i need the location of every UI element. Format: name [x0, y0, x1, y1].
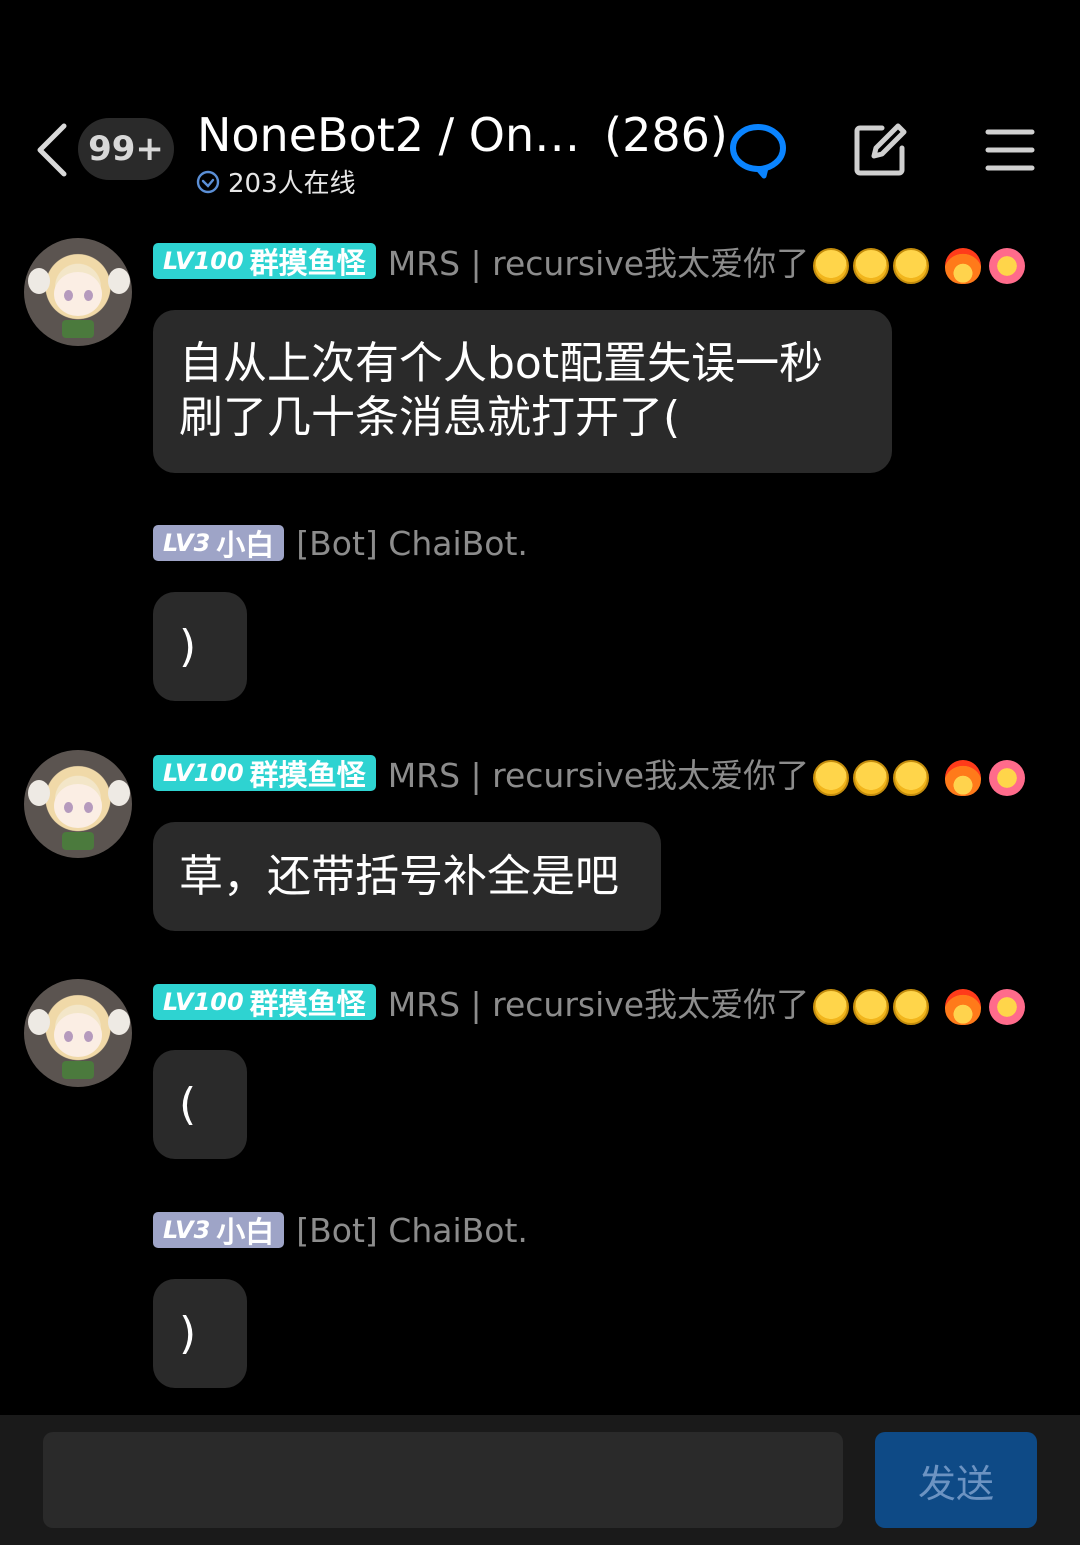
message-meta: LV100 群摸鱼怪 MRS | recursive我太爱你了 [153, 983, 1026, 1025]
level-title: 群摸鱼怪 [249, 246, 366, 280]
drool-emoji-icon [813, 759, 850, 796]
sender-name[interactable]: [Bot] ChaiBot. [296, 1211, 528, 1250]
drool-emoji-icon [893, 988, 930, 1025]
level-number: LV3 [163, 529, 211, 557]
level-badge: LV3 小白 [153, 1212, 285, 1249]
drool-emoji-icon [853, 247, 890, 284]
drool-emoji-icon [813, 247, 850, 284]
sender-name-text: MRS | recursive我太爱你了 [387, 985, 810, 1024]
message-bubble[interactable]: ( [153, 1050, 247, 1159]
chevron-left-icon [37, 123, 67, 177]
drool-emoji-icon [893, 247, 930, 284]
message-bubble[interactable]: 草，还带括号补全是吧 [153, 822, 661, 931]
sender-name[interactable]: MRS | recursive我太爱你了 [387, 749, 1026, 797]
message-meta: LV3 小白 [Bot] ChaiBot. [153, 524, 528, 563]
flower-emoji-icon [989, 759, 1026, 796]
edit-icon [854, 123, 907, 176]
avatar[interactable] [24, 750, 132, 858]
fire-emoji-icon [945, 759, 982, 796]
hamburger-menu-icon [985, 129, 1035, 171]
message-meta: LV100 群摸鱼怪 MRS | recursive我太爱你了 [153, 754, 1026, 796]
online-check-icon [196, 170, 220, 193]
unread-count-badge[interactable]: 99+ [78, 118, 174, 180]
drool-emoji-icon [893, 759, 930, 796]
member-count: (286) [604, 108, 728, 162]
chat-bubble-icon [730, 124, 786, 179]
sender-name-text: MRS | recursive我太爱你了 [387, 756, 810, 795]
level-title: 群摸鱼怪 [249, 987, 366, 1021]
group-title[interactable]: NoneBot2 / On… (286) [197, 108, 728, 162]
level-number: LV100 [163, 759, 244, 787]
level-badge: LV100 群摸鱼怪 [153, 984, 376, 1021]
flower-emoji-icon [989, 247, 1026, 284]
menu-button[interactable] [978, 118, 1042, 182]
group-name: NoneBot2 / On… [197, 108, 581, 162]
fire-emoji-icon [945, 247, 982, 284]
sender-name-text: MRS | recursive我太爱你了 [387, 244, 810, 283]
avatar[interactable] [24, 979, 132, 1087]
message-bubble[interactable]: ) [153, 592, 247, 701]
drool-emoji-icon [853, 759, 890, 796]
message-bubble[interactable]: ) [153, 1279, 247, 1388]
flower-emoji-icon [989, 988, 1026, 1025]
fire-emoji-icon [945, 988, 982, 1025]
message-input[interactable] [43, 1432, 843, 1528]
group-chat-button[interactable] [726, 118, 790, 182]
chat-header: 99+ NoneBot2 / On… (286) 203人在线 [0, 0, 1080, 215]
level-title: 群摸鱼怪 [249, 758, 366, 792]
drool-emoji-icon [813, 988, 850, 1025]
message-bubble[interactable]: 自从上次有个人bot配置失误一秒 刷了几十条消息就打开了( [153, 310, 892, 473]
drool-emoji-icon [853, 988, 890, 1025]
level-badge: LV100 群摸鱼怪 [153, 243, 376, 280]
level-number: LV100 [163, 988, 244, 1016]
message-input-bar: 发送 [0, 1415, 1080, 1545]
message-meta: LV100 群摸鱼怪 MRS | recursive我太爱你了 [153, 242, 1026, 284]
avatar[interactable] [24, 238, 132, 346]
level-badge: LV100 群摸鱼怪 [153, 755, 376, 792]
online-count-text: 203人在线 [228, 169, 356, 199]
online-status: 203人在线 [196, 163, 356, 200]
message-meta: LV3 小白 [Bot] ChaiBot. [153, 1211, 528, 1250]
edit-button[interactable] [848, 118, 912, 182]
level-title: 小白 [216, 528, 275, 562]
sender-name[interactable]: MRS | recursive我太爱你了 [387, 978, 1026, 1026]
level-title: 小白 [216, 1215, 275, 1249]
sender-name[interactable]: MRS | recursive我太爱你了 [387, 237, 1026, 285]
level-number: LV100 [163, 247, 244, 275]
send-button[interactable]: 发送 [875, 1432, 1037, 1528]
sender-name[interactable]: [Bot] ChaiBot. [296, 524, 528, 563]
level-number: LV3 [163, 1216, 211, 1244]
back-button[interactable] [30, 120, 74, 180]
level-badge: LV3 小白 [153, 525, 285, 562]
